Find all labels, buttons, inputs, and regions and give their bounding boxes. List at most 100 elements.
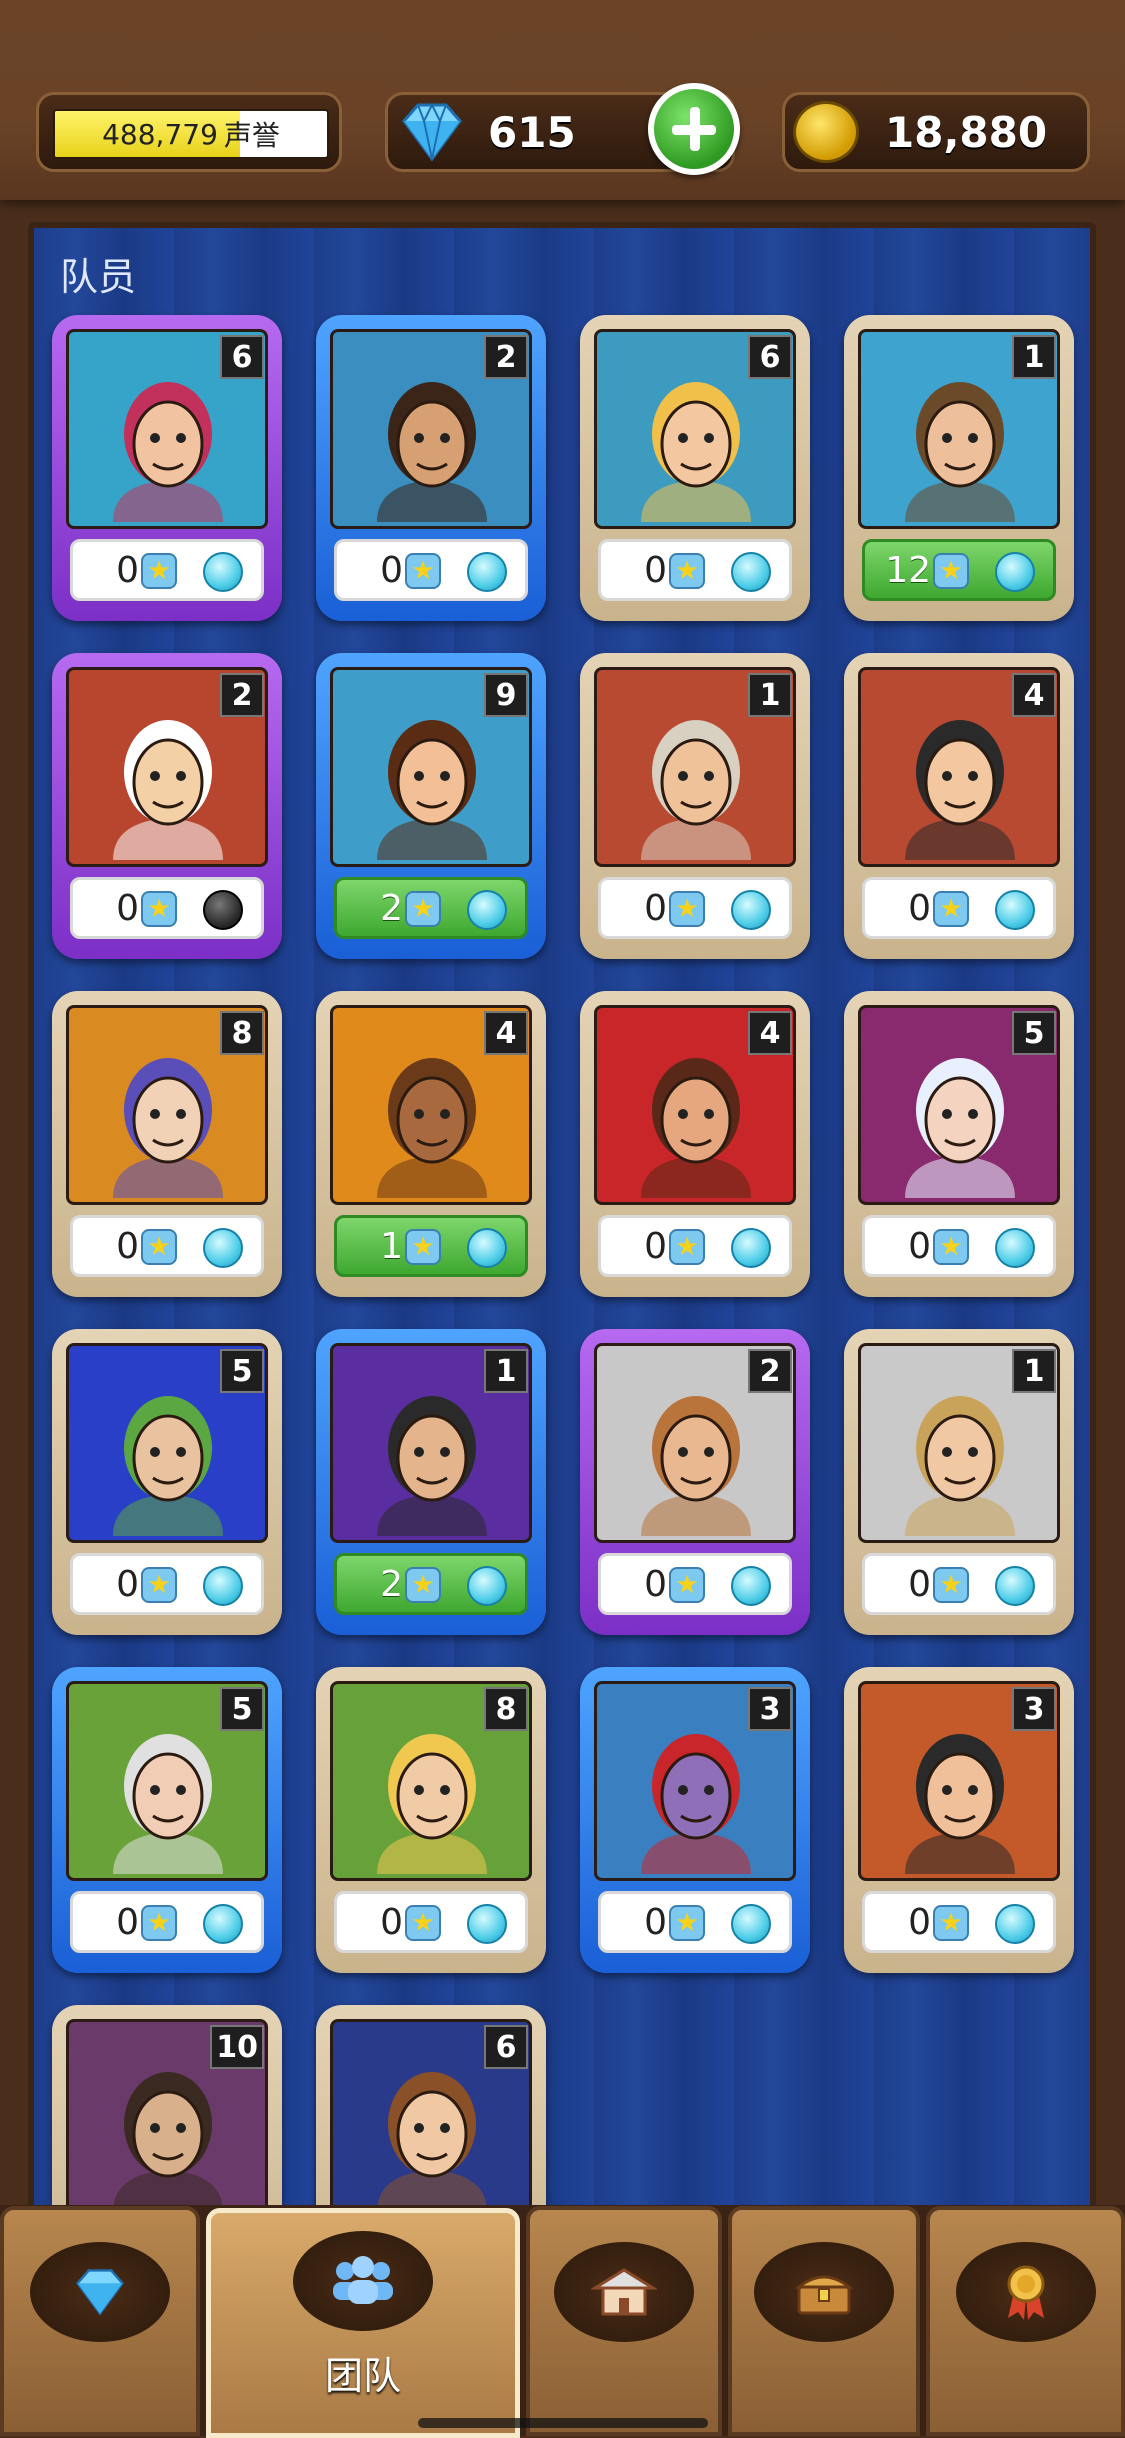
nav-tab-chest-frame — [754, 2242, 894, 2342]
star-icon: ★ — [141, 1567, 177, 1603]
orb-icon — [467, 890, 507, 930]
star-icon: ★ — [669, 891, 705, 927]
star-icon: ★ — [669, 1229, 705, 1265]
member-card[interactable]: 4 0 ★ — [580, 991, 810, 1297]
home-indicator[interactable] — [418, 2418, 708, 2428]
portrait-face — [905, 720, 1015, 860]
star-icon: ★ — [405, 1905, 441, 1941]
member-card[interactable]: 5 0 ★ — [52, 1329, 282, 1635]
portrait-face — [641, 1058, 751, 1198]
orb-icon — [203, 1904, 243, 1944]
member-card[interactable]: 1 12 ★ — [844, 315, 1074, 621]
member-card[interactable]: 4 0 ★ — [844, 653, 1074, 959]
member-level: 1 — [1012, 1349, 1056, 1393]
portrait-face — [113, 2072, 223, 2212]
member-card[interactable]: 5 0 ★ — [52, 1667, 282, 1973]
member-star-count: 0 — [908, 1901, 931, 1943]
nav-tab-chest[interactable] — [728, 2206, 920, 2436]
star-icon: ★ — [141, 1905, 177, 1941]
member-level: 5 — [220, 1687, 264, 1731]
star-icon: ★ — [669, 553, 705, 589]
member-star-count: 12 — [885, 549, 931, 591]
member-level: 6 — [748, 335, 792, 379]
member-info-bar: 0 ★ — [862, 877, 1056, 939]
gem-counter[interactable]: 615 — [385, 83, 740, 175]
member-card[interactable]: 8 0 ★ — [316, 1667, 546, 1973]
medal-icon — [1007, 2265, 1044, 2320]
star-icon: ★ — [141, 891, 177, 927]
member-card[interactable]: 1 2 ★ — [316, 1329, 546, 1635]
member-level: 4 — [1012, 673, 1056, 717]
member-level: 2 — [484, 335, 528, 379]
nav-tab-achievements[interactable] — [926, 2206, 1125, 2436]
member-info-bar: 2 ★ — [334, 1553, 528, 1615]
member-card[interactable]: 8 0 ★ — [52, 991, 282, 1297]
orb-icon — [203, 890, 243, 930]
star-icon: ★ — [405, 1567, 441, 1603]
member-card[interactable]: 1 0 ★ — [844, 1329, 1074, 1635]
star-icon: ★ — [141, 553, 177, 589]
gold-value: 18,880 — [885, 107, 1048, 157]
member-card[interactable]: 2 0 ★ — [316, 315, 546, 621]
nav-tab-gems[interactable] — [0, 2206, 200, 2436]
member-card[interactable]: 6 0 ★ — [580, 315, 810, 621]
member-star-count: 0 — [116, 1225, 139, 1267]
member-info-bar: 0 ★ — [70, 1553, 264, 1615]
member-card[interactable]: 2 0 ★ — [52, 653, 282, 959]
member-info-bar: 0 ★ — [598, 1891, 792, 1953]
portrait-face — [113, 1396, 223, 1536]
portrait-face — [377, 1734, 487, 1874]
member-card[interactable]: 6 0 ★ — [52, 315, 282, 621]
gold-coin-icon — [793, 101, 859, 163]
nav-tab-town[interactable] — [526, 2206, 722, 2436]
member-level: 5 — [220, 1349, 264, 1393]
portrait-face — [641, 1734, 751, 1874]
star-icon: ★ — [933, 891, 969, 927]
member-star-count: 1 — [380, 1225, 403, 1267]
portrait-face — [113, 382, 223, 522]
member-card[interactable]: 3 0 ★ — [844, 1667, 1074, 1973]
orb-icon — [731, 1904, 771, 1944]
member-card[interactable]: 9 2 ★ — [316, 653, 546, 959]
member-star-count: 0 — [644, 549, 667, 591]
member-level: 3 — [748, 1687, 792, 1731]
member-card[interactable]: 4 1 ★ — [316, 991, 546, 1297]
nav-tab-team[interactable]: 团队 — [206, 2208, 520, 2438]
member-card[interactable]: 3 0 ★ — [580, 1667, 810, 1973]
orb-icon — [731, 890, 771, 930]
member-star-count: 0 — [908, 887, 931, 929]
orb-icon — [995, 1228, 1035, 1268]
star-icon: ★ — [405, 553, 441, 589]
member-level: 4 — [748, 1011, 792, 1055]
reputation-value: 488,779 — [102, 117, 218, 151]
member-star-count: 0 — [908, 1225, 931, 1267]
orb-icon — [995, 890, 1035, 930]
portrait-face — [377, 720, 487, 860]
member-card[interactable]: 1 0 ★ — [580, 653, 810, 959]
member-star-count: 0 — [116, 887, 139, 929]
member-info-bar: 0 ★ — [862, 1891, 1056, 1953]
orb-icon — [995, 1904, 1035, 1944]
orb-icon — [467, 1566, 507, 1606]
portrait-face — [641, 1396, 751, 1536]
portrait-face — [377, 2072, 487, 2212]
member-star-count: 0 — [116, 1901, 139, 1943]
member-info-bar: 0 ★ — [862, 1215, 1056, 1277]
member-info-bar: 2 ★ — [334, 877, 528, 939]
member-card[interactable]: 2 0 ★ — [580, 1329, 810, 1635]
star-icon: ★ — [933, 1229, 969, 1265]
reputation-bar: 488,779 声誉 — [53, 109, 329, 159]
star-icon: ★ — [405, 891, 441, 927]
add-gems-button[interactable] — [648, 83, 740, 175]
star-icon: ★ — [933, 1567, 969, 1603]
gold-counter[interactable]: 18,880 — [782, 92, 1090, 172]
member-level: 2 — [748, 1349, 792, 1393]
member-info-bar: 0 ★ — [598, 1215, 792, 1277]
building-icon — [591, 2268, 657, 2316]
member-info-bar: 0 ★ — [70, 539, 264, 601]
member-card[interactable]: 5 0 ★ — [844, 991, 1074, 1297]
star-icon: ★ — [933, 1905, 969, 1941]
reputation-meter[interactable]: 488,779 声誉 — [36, 92, 342, 172]
member-level: 5 — [1012, 1011, 1056, 1055]
portrait-face — [905, 1396, 1015, 1536]
